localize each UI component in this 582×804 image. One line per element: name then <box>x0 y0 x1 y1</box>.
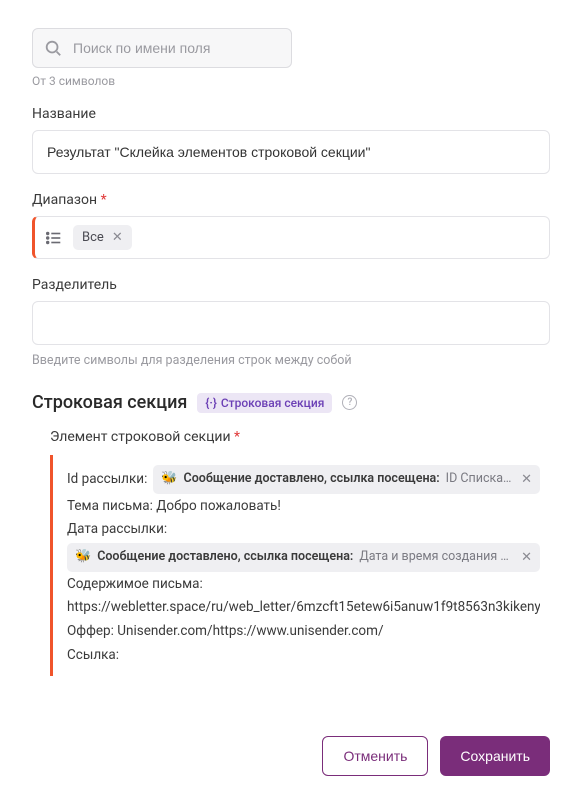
content-line: 🐝 Сообщение доставлено, ссылка посещена:… <box>67 543 540 572</box>
content-line: Id рассылки: 🐝 Сообщение доставлено, ссы… <box>67 465 540 494</box>
chip-light: Дата и время создания события <box>359 547 513 567</box>
footer: Отменить Сохранить <box>32 736 550 776</box>
close-icon[interactable]: ✕ <box>521 473 532 486</box>
close-icon[interactable]: ✕ <box>521 551 532 564</box>
content-line: Ссылка: <box>67 645 540 667</box>
content-line: https://webletter.space/ru/web_letter/6m… <box>67 597 540 619</box>
variable-chip[interactable]: 🐝 Сообщение доставлено, ссылка посещена:… <box>153 465 540 494</box>
variable-chip[interactable]: 🐝 Сообщение доставлено, ссылка посещена:… <box>67 543 540 572</box>
close-icon[interactable]: ✕ <box>112 231 123 244</box>
separator-input[interactable] <box>32 301 550 345</box>
chip-light: ID Списка рассылки <box>446 469 513 489</box>
name-label: Название <box>32 106 550 122</box>
content-line: Содержимое письма: <box>67 574 540 596</box>
info-icon[interactable]: ? <box>342 395 357 410</box>
save-button[interactable]: Сохранить <box>440 736 550 776</box>
content-text: Id рассылки: <box>67 469 147 491</box>
separator-helper: Введите символы для разделения строк меж… <box>32 353 550 368</box>
content-line: Дата рассылки: <box>67 519 540 541</box>
bee-icon: 🐝 <box>75 547 91 568</box>
range-label: Диапазон * <box>32 192 550 208</box>
range-chip-label: Все <box>82 230 104 245</box>
search-hint: От 3 символов <box>32 74 550 88</box>
search-icon <box>44 39 62 57</box>
search-input[interactable] <box>32 28 292 68</box>
section-title-row: Строковая секция {·} Строковая секция ? <box>32 392 550 413</box>
chip-bold: Сообщение доставлено, ссылка посещена: <box>97 547 353 567</box>
content-line: Оффер: Unisender.com/https://www.unisend… <box>67 621 540 643</box>
required-mark: * <box>101 192 107 208</box>
section-badge[interactable]: {·} Строковая секция <box>197 393 332 413</box>
required-mark: * <box>234 429 240 445</box>
element-content[interactable]: Id рассылки: 🐝 Сообщение доставлено, ссы… <box>50 455 550 676</box>
section-title: Строковая секция <box>32 392 187 413</box>
bee-icon: 🐝 <box>161 469 177 490</box>
subsection: Элемент строковой секции * Id рассылки: … <box>32 429 550 676</box>
cancel-button[interactable]: Отменить <box>322 736 428 776</box>
name-input[interactable] <box>32 130 550 174</box>
chip-bold: Сообщение доставлено, ссылка посещена: <box>184 469 440 489</box>
search-field-wrap <box>32 28 292 68</box>
section-badge-label: Строковая секция <box>221 396 325 410</box>
braces-icon: {·} <box>205 396 216 410</box>
content-line: Тема письма: Добро пожаловать! <box>67 496 540 518</box>
separator-label: Разделитель <box>32 277 550 293</box>
list-icon <box>45 229 63 247</box>
element-label: Элемент строковой секции * <box>50 429 550 445</box>
range-chip-all[interactable]: Все ✕ <box>73 225 132 250</box>
range-input[interactable]: Все ✕ <box>32 216 550 259</box>
